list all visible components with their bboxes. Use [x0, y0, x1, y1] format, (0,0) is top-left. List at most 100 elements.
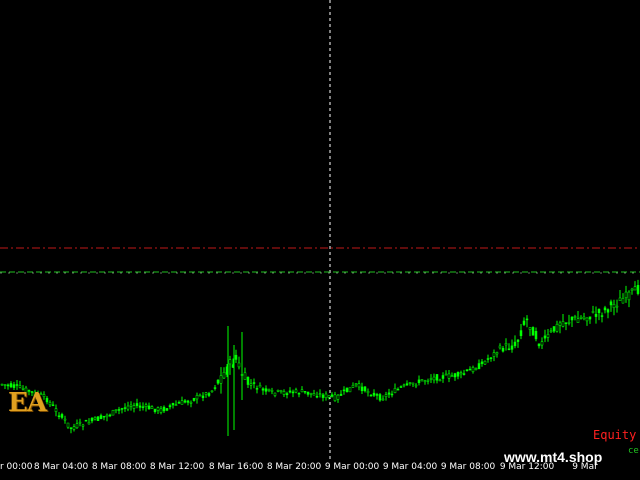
balance-label: ce: [628, 446, 639, 456]
candle-body: [6, 384, 10, 387]
candle-body: [465, 369, 469, 372]
candle-body: [93, 417, 97, 420]
candle-body: [309, 392, 313, 395]
candle-body: [315, 395, 319, 398]
candle-body: [54, 408, 58, 412]
candle-body: [486, 358, 490, 360]
candle-body: [399, 386, 403, 388]
candle-body: [192, 398, 196, 401]
candle-body: [360, 386, 364, 392]
candle-body: [63, 418, 67, 421]
candle-body: [300, 389, 304, 393]
candle-body: [288, 390, 292, 393]
candle-body: [15, 384, 19, 386]
candle-body: [201, 395, 205, 398]
candle-body: [417, 379, 421, 384]
candle-body: [264, 388, 268, 392]
candle-body: [336, 394, 340, 400]
candle-body: [603, 307, 607, 311]
candle-body: [414, 384, 418, 387]
candle-body: [396, 388, 400, 391]
candle-body: [294, 389, 298, 393]
candle-body: [330, 394, 334, 397]
candle-body: [621, 298, 625, 304]
candle-body: [495, 352, 499, 355]
candle-body: [48, 402, 52, 406]
candle-body: [489, 357, 493, 359]
candle-body: [84, 419, 88, 422]
candle-body: [144, 404, 148, 407]
candle-body: [357, 383, 361, 388]
candle-body: [189, 402, 193, 404]
candle-body: [390, 393, 394, 396]
candle-body: [555, 324, 559, 332]
candle-body: [525, 318, 529, 321]
candle-body: [624, 291, 628, 299]
candle-body: [81, 424, 85, 427]
candle-body: [384, 394, 388, 397]
candle-body: [261, 388, 265, 391]
candle-body: [147, 405, 151, 410]
candle-body: [96, 416, 100, 421]
candle-body: [135, 403, 139, 406]
candlestick-chart[interactable]: [0, 0, 640, 480]
candle-body: [0, 383, 4, 386]
candle-body: [522, 320, 526, 325]
candle-body: [633, 286, 637, 291]
candle-body: [168, 405, 172, 408]
candle-body: [456, 372, 460, 377]
candle-body: [69, 427, 73, 429]
candle-body: [561, 321, 565, 327]
candle-body: [543, 335, 547, 339]
candle-body: [375, 394, 379, 396]
candle-body: [72, 426, 76, 430]
candle-body: [564, 322, 568, 324]
candle-body: [183, 400, 187, 403]
candle-body: [66, 422, 70, 428]
candle-body: [252, 382, 256, 384]
candle-body: [420, 379, 424, 382]
candle-body: [255, 388, 259, 390]
candle-body: [363, 386, 367, 392]
candle-body: [312, 393, 316, 396]
candle-body: [573, 316, 577, 318]
candle-body: [594, 313, 598, 317]
candle-body: [429, 378, 433, 380]
candle-body: [444, 373, 448, 376]
candle-body: [222, 371, 226, 379]
candle-body: [9, 383, 13, 388]
candle-body: [270, 390, 274, 392]
candle-body: [558, 322, 562, 326]
candle-body: [462, 373, 466, 375]
candle-body: [216, 379, 220, 384]
candle-body: [258, 385, 262, 388]
candle-body: [459, 372, 463, 375]
time-axis-label: 8 Mar 12:00: [149, 462, 205, 472]
candle-body: [174, 404, 178, 406]
candle-body: [282, 391, 286, 395]
candle-body: [318, 393, 322, 395]
candle-body: [567, 321, 571, 324]
price-chart-area[interactable]: r 00:00 8 Mar 04:00 8 Mar 08:00 8 Mar 12:00…: [0, 0, 640, 480]
candle-body: [537, 343, 541, 347]
candle-body: [78, 421, 82, 424]
candle-body: [186, 400, 190, 403]
candle-body: [531, 327, 535, 336]
candle-body: [507, 348, 511, 351]
candle-body: [609, 301, 613, 306]
candle-body: [246, 377, 250, 385]
candle-body: [588, 316, 592, 320]
candle-body: [381, 398, 385, 401]
candle-body: [213, 387, 217, 389]
equity-label: Equity: [593, 428, 637, 442]
candle-body: [570, 316, 574, 321]
candle-body: [477, 363, 481, 370]
candle-body: [387, 392, 391, 395]
candle-body: [579, 316, 583, 319]
candle-body: [291, 391, 295, 394]
candle-body: [540, 341, 544, 346]
candle-body: [171, 402, 175, 406]
time-axis-label: 9 Mar 08:00: [440, 462, 496, 472]
candle-body: [285, 393, 289, 396]
candle-series: [0, 279, 640, 436]
